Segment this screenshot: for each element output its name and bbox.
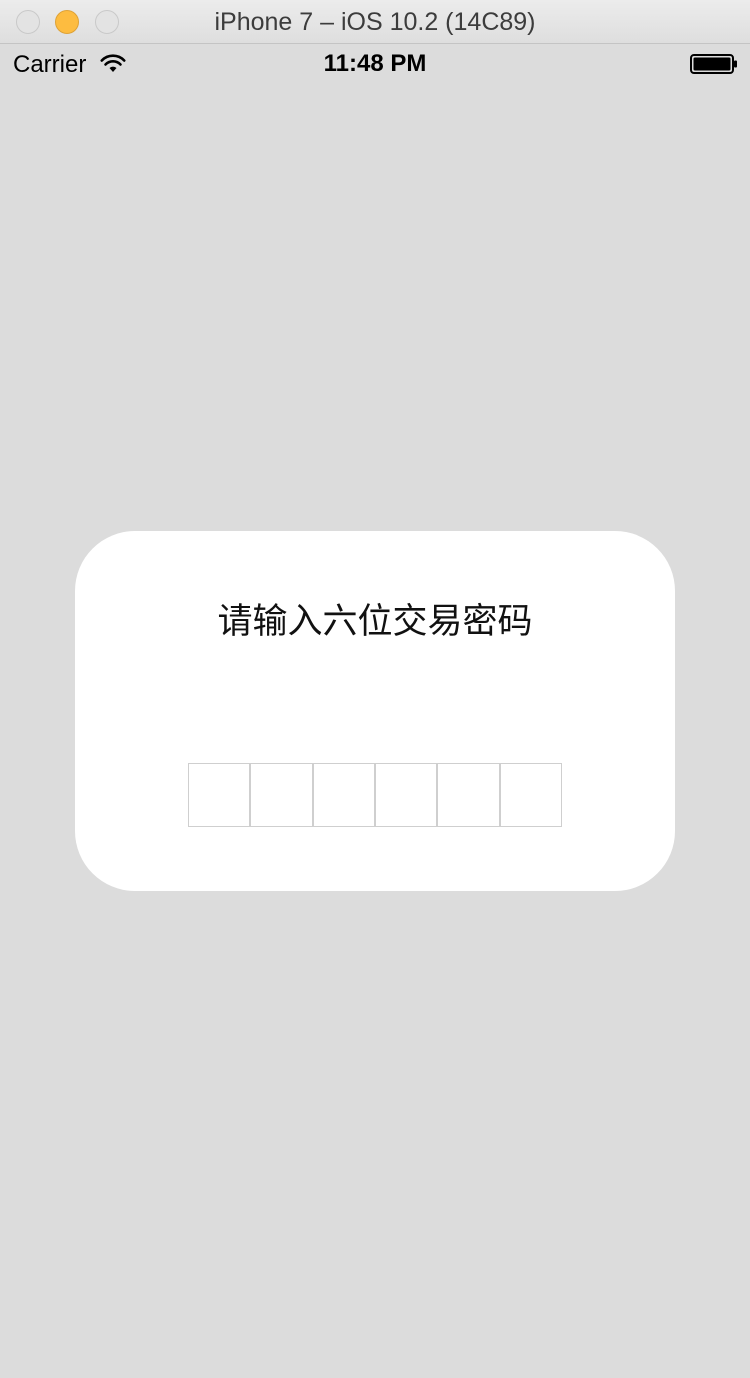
simulator-window: iPhone 7 – iOS 10.2 (14C89) Carrier 11:4… [0,0,750,1378]
pin-digit-box[interactable] [500,764,561,826]
password-dialog: 请输入六位交易密码 [75,531,675,891]
pin-digit-box[interactable] [375,764,439,826]
battery-icon [690,54,737,74]
pin-digit-box[interactable] [313,764,376,826]
status-time: 11:48 PM [323,50,427,77]
pin-digit-box[interactable] [189,764,252,826]
ios-status-bar: Carrier 11:48 PM [0,44,750,84]
pin-digit-box[interactable] [438,764,501,826]
dialog-title: 请输入六位交易密码 [217,602,533,642]
pin-input-row[interactable] [188,763,562,827]
pin-digit-box[interactable] [251,764,314,826]
window-title: iPhone 7 – iOS 10.2 (14C89) [214,8,536,36]
window-titlebar: iPhone 7 – iOS 10.2 (14C89) [0,0,750,44]
